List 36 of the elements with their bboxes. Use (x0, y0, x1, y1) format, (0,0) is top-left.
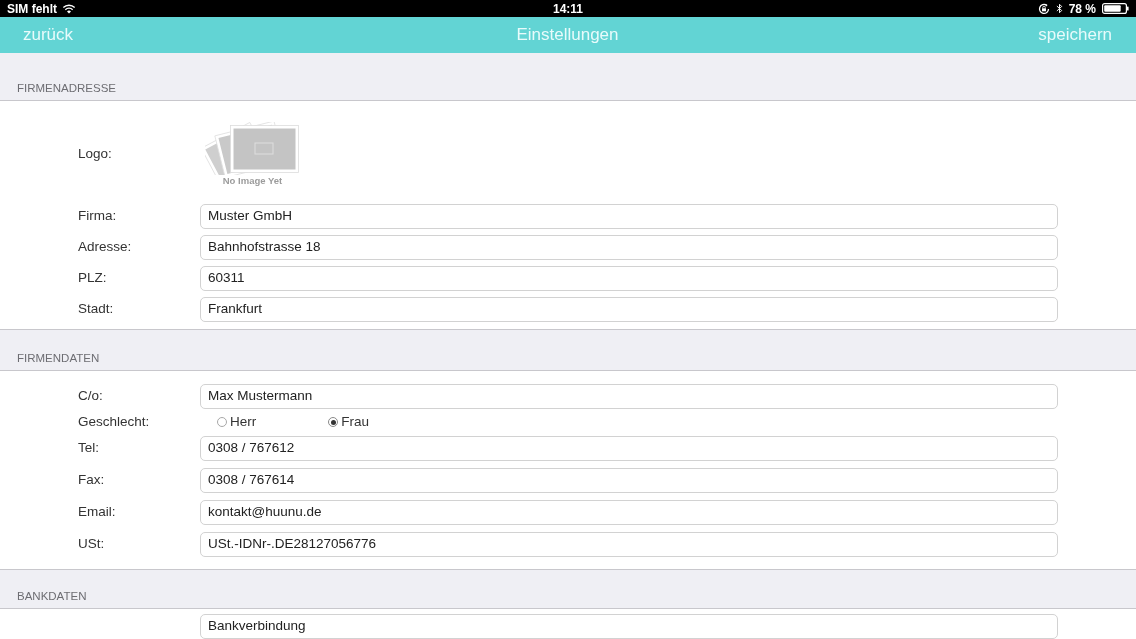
field-label: C/o: (78, 386, 104, 405)
nav-title: Einstellungen (516, 24, 619, 46)
field-label: USt: (78, 534, 106, 553)
section-header: FIRMENADRESSE (17, 82, 117, 94)
field-label: Stadt: (78, 300, 115, 319)
text-field[interactable]: USt.-IDNr-.DE28127056776 (200, 531, 1058, 557)
text-field[interactable]: 0308 / 767614 (200, 467, 1058, 493)
bluetooth-icon (1055, 3, 1063, 14)
field-label: Adresse: (78, 238, 133, 257)
field-label: PLZ: (78, 269, 108, 288)
field-label: Email: (78, 502, 117, 521)
carrier-text: SIM fehlt (7, 2, 57, 15)
photo-stack-icon[interactable] (205, 122, 300, 175)
text-field[interactable]: Frankfurt (200, 297, 1058, 322)
text-field[interactable]: Bankverbindung (200, 613, 1058, 639)
field-label: Logo: (78, 145, 113, 163)
clock-time: 14:11 (553, 2, 583, 15)
field-label: Tel: (78, 438, 100, 457)
section-header: BANKDATEN (17, 590, 87, 602)
text-field[interactable]: Max Mustermann (200, 383, 1058, 409)
battery-icon (1102, 3, 1129, 14)
text-field[interactable]: Bahnhofstrasse 18 (200, 235, 1058, 260)
field-label: Geschlecht: (78, 412, 151, 431)
radio-option[interactable]: Herr (217, 411, 257, 433)
radio-option[interactable]: Frau (328, 411, 369, 433)
field-label: Firma: (78, 207, 118, 226)
battery-percentage: 78 % (1068, 2, 1096, 15)
text-field[interactable]: 0308 / 767612 (200, 435, 1058, 461)
wifi-icon (62, 3, 76, 14)
text-field[interactable]: 60311 (200, 266, 1058, 291)
field-label: Fax: (78, 470, 106, 489)
text-field[interactable]: Muster GmbH (200, 204, 1058, 229)
text-field[interactable]: kontakt@huunu.de (200, 499, 1058, 525)
image-caption: No Image Yet (222, 176, 283, 186)
orientation-lock-icon (1037, 2, 1050, 15)
section-header: FIRMENDATEN (17, 352, 100, 364)
